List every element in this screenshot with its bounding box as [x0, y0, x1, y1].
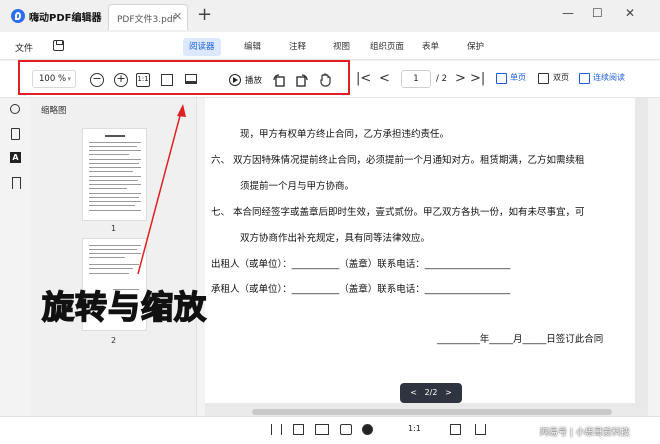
- play-status-icon[interactable]: [362, 424, 373, 435]
- actual-size-status-button[interactable]: 1:1: [408, 424, 421, 433]
- fit-width-status-icon-2[interactable]: [475, 424, 486, 435]
- fit-page-status-icon[interactable]: [450, 424, 461, 435]
- watermark: 网易号 | 小思哥爱科技: [540, 428, 630, 438]
- double-page-status-icon[interactable]: [315, 424, 329, 435]
- fit-width-status-icon[interactable]: [271, 424, 282, 435]
- single-page-status-icon[interactable]: [293, 424, 304, 435]
- annotation-arrow: [137, 104, 186, 275]
- continuous-status-icon[interactable]: [340, 424, 352, 435]
- overlay-caption: 旋转与缩放: [41, 287, 208, 327]
